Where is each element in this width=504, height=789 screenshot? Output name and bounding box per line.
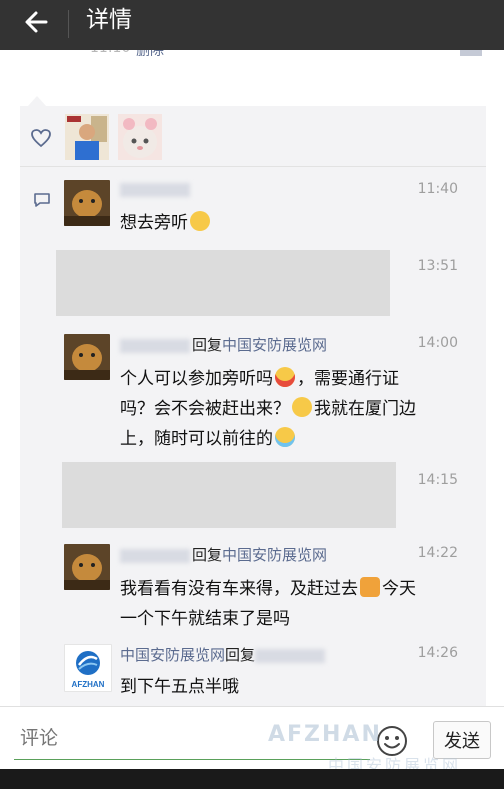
commenter-name[interactable] [120,548,190,563]
scroll-indicator [460,50,482,56]
comment-time: 14:26 [417,645,458,661]
heart-icon [31,129,51,148]
panel-pointer [28,96,46,106]
redacted-comment [56,250,390,316]
reply-target-name[interactable]: 中国安防展览网 [222,336,327,354]
commenter-name[interactable] [120,180,192,198]
heart-eyes-emoji-icon [275,367,295,387]
afzhan-logo-avatar[interactable]: AFZHAN [64,644,112,692]
reply-header: 回复中国安防展览网 [120,544,327,565]
commenter-name[interactable]: 中国安防展览网 [120,646,225,664]
commenter-avatar[interactable] [64,334,110,380]
crying-emoji-icon [275,427,295,447]
reply-target-name[interactable]: 中国安防展览网 [222,546,327,564]
comment-text: 到下午五点半哦 [120,677,239,697]
system-nav-strip [0,769,504,789]
reply-target-name[interactable] [255,648,326,663]
reply-word: 回复 [192,336,223,354]
liker-avatar[interactable] [65,114,109,160]
send-button[interactable]: 发送 [433,721,491,759]
strong-arm-emoji-icon [360,577,380,597]
detail-page: 11:10 删除 详情 [0,0,504,789]
reply-word: 回复 [192,546,223,564]
emoji-picker-icon[interactable] [376,725,408,757]
commenter-avatar[interactable] [64,180,110,226]
liker-avatar[interactable] [118,114,162,160]
header-divider [68,10,69,38]
input-underline [14,759,370,760]
reply-header: 中国安防展览网回复 [120,644,327,665]
redacted-comment [62,462,396,528]
comment-input[interactable] [18,719,360,757]
commenter-name[interactable] [120,338,190,353]
page-title: 详情 [86,7,132,33]
comment-composer: 发送 [0,706,504,770]
commenter-avatar[interactable] [64,544,110,590]
comment-text: 想去旁听 [120,208,212,238]
top-bar: 详情 [0,0,504,50]
reply-word: 回复 [225,646,256,664]
frown-emoji-icon [292,397,312,417]
comment-time: 14:00 [417,335,458,351]
comment-text: 我看看有没有车来得，及赶过去 今天 一个下午就结束了是吗 [120,577,416,629]
comment-time: 13:51 [417,258,458,274]
comment-text: 个人可以参加旁听吗 ，需要通行证 吗？会不会被赶出来？ 我就在厦门边 上，随时可以前… [120,367,416,449]
reply-header: 回复中国安防展览网 [120,334,327,355]
comment-bubble-icon [34,193,50,207]
likes-row [20,108,486,167]
back-arrow-icon[interactable] [20,4,56,40]
svg-text:AFZHAN: AFZHAN [72,680,105,689]
comment-time: 14:22 [417,545,458,561]
comment-time: 11:40 [417,181,458,197]
comment-time: 14:15 [417,472,458,488]
shy-face-icon [190,211,210,231]
